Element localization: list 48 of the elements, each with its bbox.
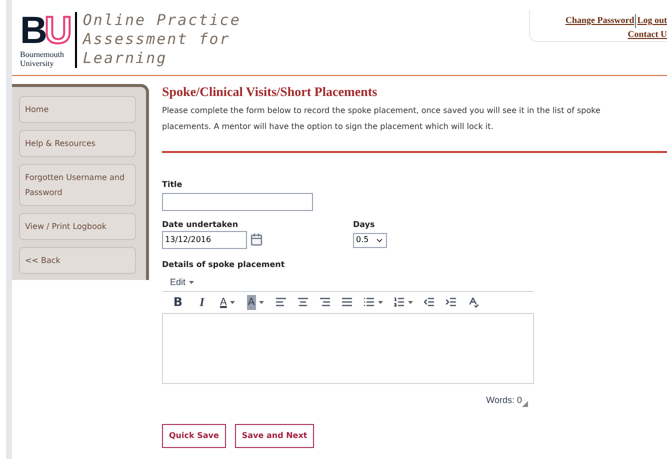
save-button[interactable]: Quick Save — [162, 424, 226, 448]
sidebar-item[interactable]: Forgotten Username and Password — [19, 164, 136, 206]
site-title: Assessment for — [82, 30, 232, 49]
logo-text: University — [20, 58, 55, 68]
caret-icon — [378, 300, 383, 304]
field-label: Date undertaken — [162, 218, 240, 230]
bullet-list-icon — [362, 296, 375, 308]
caret-icon — [188, 281, 194, 284]
sidebar-item[interactable]: << Back — [19, 247, 136, 274]
top-link[interactable]: Contact U — [628, 28, 667, 41]
word-count: Words: 0 — [486, 394, 522, 406]
sidebar-item[interactable]: Help & Resources — [19, 130, 136, 157]
align-center-icon — [296, 296, 309, 308]
numbered-list-icon — [392, 296, 405, 308]
intro-text: Please complete the form below to record the spoke placement, once saved you will see it in the list of spoke placements. A mentor will have the option to sign the placement which will lock it. — [162, 104, 602, 133]
indent-icon — [444, 296, 457, 308]
spellcheck-icon — [466, 296, 479, 308]
top-link[interactable]: Change Password — [565, 14, 636, 28]
align-justify-icon — [340, 296, 353, 308]
text-color-button[interactable]: A — [216, 292, 239, 312]
top-link[interactable]: Log out — [637, 14, 667, 28]
logo-letter: B — [20, 12, 44, 50]
sidebar-item[interactable]: Home — [19, 96, 136, 123]
bold-button[interactable]: B — [168, 292, 188, 312]
align-left-icon — [274, 296, 287, 308]
logo-text: Bournemouth — [20, 50, 65, 58]
edit-menu[interactable]: Edit — [170, 274, 194, 290]
sidebar-item[interactable]: View / Print Logbook — [19, 213, 136, 240]
caret-icon — [230, 300, 235, 304]
caret-icon — [408, 300, 413, 304]
align-right-icon — [318, 296, 331, 308]
field-label: Details of spoke placement — [162, 258, 286, 270]
highlight-button[interactable]: A — [242, 292, 268, 312]
date-field[interactable]: 13/12/2016 — [162, 230, 247, 248]
site-title: Learning — [82, 49, 168, 68]
days-select[interactable]: 0.5 — [353, 232, 387, 248]
outdent-icon — [422, 296, 435, 308]
field-label: Days — [353, 218, 376, 230]
field-label: Title — [162, 178, 184, 190]
italic-button[interactable]: I — [192, 292, 212, 312]
resize-handle-icon[interactable] — [522, 401, 528, 407]
save-button[interactable]: Save and Next — [234, 424, 314, 448]
caret-icon — [258, 300, 264, 304]
calendar-icon[interactable] — [250, 233, 263, 246]
site-title: Online Practice — [82, 11, 241, 30]
logo-letter: U — [44, 12, 69, 50]
page-heading: Spoke/Clinical Visits/Short Placements — [162, 83, 378, 101]
title-field[interactable] — [162, 192, 313, 210]
